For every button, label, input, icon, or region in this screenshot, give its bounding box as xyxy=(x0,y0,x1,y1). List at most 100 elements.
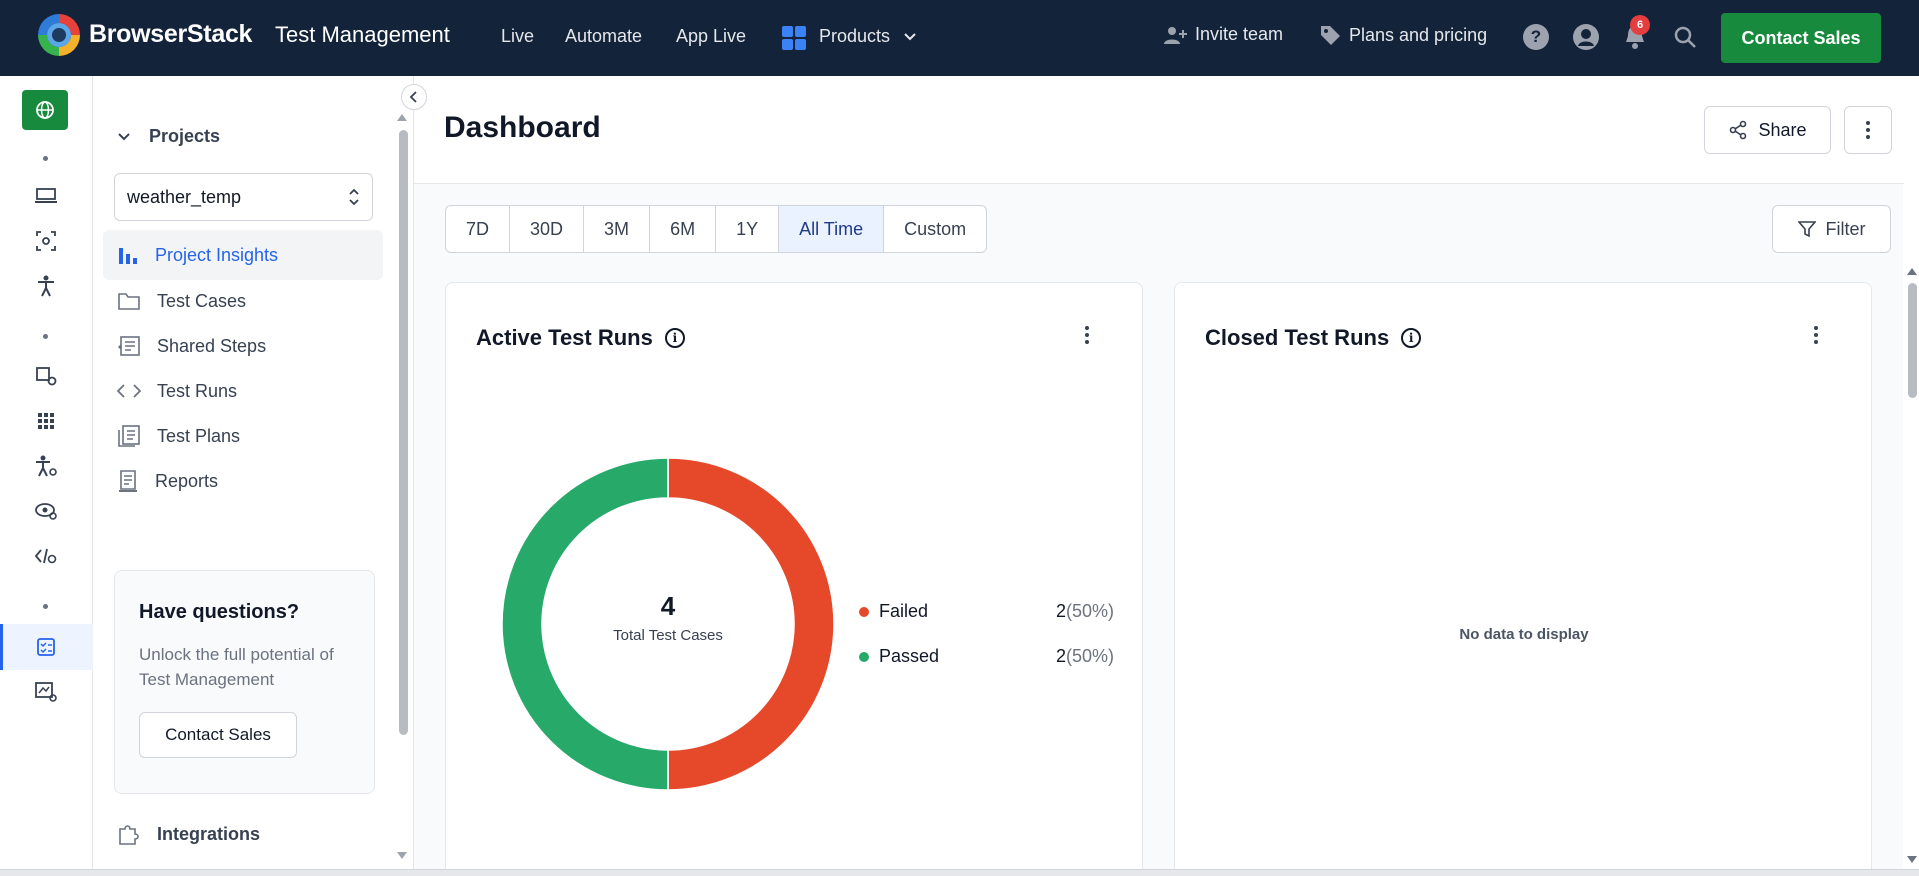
sidebar-item-reports[interactable]: Reports xyxy=(103,456,383,506)
invite-team-link[interactable]: Invite team xyxy=(1163,24,1283,45)
range-3m[interactable]: 3M xyxy=(584,206,651,252)
products-grid-icon[interactable] xyxy=(782,26,806,50)
nav-live[interactable]: Live xyxy=(501,26,534,47)
range-6m[interactable]: 6M xyxy=(650,206,717,252)
dashboard-header: Dashboard Share xyxy=(414,76,1904,184)
active-runs-menu-button[interactable] xyxy=(1067,315,1107,355)
more-options-button[interactable] xyxy=(1844,106,1892,154)
active-runs-title-text: Active Test Runs xyxy=(476,325,653,350)
legend-item-passed[interactable]: Passed 2(50%) xyxy=(859,646,1114,667)
closed-runs-menu-button[interactable] xyxy=(1796,315,1836,355)
time-range-selector: 7D 30D 3M 6M 1Y All Time Custom xyxy=(445,205,988,253)
main-scroll-down-arrow[interactable] xyxy=(1907,856,1917,863)
main-scroll-up-arrow[interactable] xyxy=(1907,268,1917,275)
sidebar-item-label: Reports xyxy=(155,470,219,491)
active-runs-donut-chart: 4 Total Test Cases xyxy=(501,457,835,791)
app-accessibility-icon[interactable] xyxy=(34,454,58,478)
info-icon[interactable]: i xyxy=(1401,328,1422,348)
product-name[interactable]: Test Management xyxy=(275,22,450,48)
nav-products[interactable]: Products xyxy=(819,26,917,47)
globe-icon[interactable] xyxy=(22,90,68,130)
test-observability-icon[interactable] xyxy=(34,680,58,704)
donut-slice-failed[interactable] xyxy=(667,457,835,791)
browserstack-logo-icon[interactable] xyxy=(38,14,80,56)
help-icon[interactable]: ? xyxy=(1523,24,1549,50)
chevron-up-down-icon xyxy=(349,188,359,206)
share-button[interactable]: Share xyxy=(1704,106,1831,154)
reports-icon xyxy=(119,470,137,492)
main-scrollbar[interactable] xyxy=(1908,283,1917,398)
kebab-menu-icon xyxy=(1866,121,1870,139)
kebab-menu-icon xyxy=(1085,326,1089,344)
legend-item-failed[interactable]: Failed 2(50%) xyxy=(859,601,1114,622)
app-live-icon[interactable] xyxy=(34,364,58,388)
range-30d[interactable]: 30D xyxy=(510,206,585,252)
legend-percent: (50%) xyxy=(1065,601,1114,621)
product-icon-rail xyxy=(0,76,93,869)
sidebar-item-test-runs[interactable]: Test Runs xyxy=(103,366,383,416)
test-plans-icon xyxy=(118,425,140,447)
filter-button[interactable]: Filter xyxy=(1772,205,1891,253)
sidebar-scroll-up-arrow[interactable] xyxy=(397,114,407,121)
share-icon xyxy=(1730,120,1747,140)
window-bottom-edge xyxy=(0,869,1919,876)
search-icon[interactable] xyxy=(1673,25,1697,49)
range-7d[interactable]: 7D xyxy=(446,206,511,252)
add-user-icon xyxy=(1164,26,1187,44)
filter-label: Filter xyxy=(1825,218,1866,239)
chevron-left-icon xyxy=(409,91,417,103)
accessibility-icon[interactable] xyxy=(34,274,58,298)
shared-steps-icon xyxy=(118,336,140,356)
sidebar-item-label: Test Runs xyxy=(157,380,238,401)
projects-header[interactable]: Projects xyxy=(117,126,220,147)
donut-center-label: Total Test Cases xyxy=(613,627,723,644)
bar-chart-icon xyxy=(119,248,137,264)
share-label: Share xyxy=(1758,119,1807,140)
sidebar-scrollbar[interactable] xyxy=(399,130,408,735)
legend-value: 2(50%) xyxy=(1056,646,1114,667)
plans-pricing-label: Plans and pricing xyxy=(1349,24,1488,45)
range-custom[interactable]: Custom xyxy=(884,206,986,252)
closed-runs-title-text: Closed Test Runs xyxy=(1205,325,1390,350)
folder-icon xyxy=(118,293,140,310)
top-navigation-bar: BrowserStack Test Management Live Automa… xyxy=(0,0,1919,76)
invite-team-label: Invite team xyxy=(1195,24,1284,44)
legend-label: Passed xyxy=(879,646,940,666)
live-device-icon[interactable] xyxy=(34,184,58,208)
brand-name[interactable]: BrowserStack xyxy=(89,20,252,49)
chevron-down-icon xyxy=(904,33,916,41)
test-management-icon[interactable] xyxy=(34,635,58,659)
help-card-text: Unlock the full potential of Test Manage… xyxy=(139,645,334,689)
empty-state-text: No data to display xyxy=(1459,626,1589,643)
plans-pricing-link[interactable]: Plans and pricing xyxy=(1319,24,1487,46)
products-label: Products xyxy=(819,26,891,46)
sidebar-item-test-plans[interactable]: Test Plans xyxy=(103,411,383,461)
collapse-sidebar-button[interactable] xyxy=(401,84,427,110)
sidebar-item-label: Test Plans xyxy=(157,425,241,446)
code-review-icon[interactable] xyxy=(34,544,58,568)
rail-separator-dot xyxy=(43,334,48,339)
sidebar-item-label: Shared Steps xyxy=(157,335,267,356)
help-contact-sales-button[interactable]: Contact Sales xyxy=(139,712,297,758)
nav-app-live[interactable]: App Live xyxy=(676,26,746,47)
project-selector[interactable]: weather_temp xyxy=(114,173,373,221)
help-card: Have questions? Unlock the full potentia… xyxy=(114,570,375,794)
range-1y[interactable]: 1Y xyxy=(716,206,780,252)
visual-scan-icon[interactable] xyxy=(34,229,58,253)
donut-slice-passed[interactable] xyxy=(501,457,669,791)
sidebar-scroll-down-arrow[interactable] xyxy=(397,852,407,859)
closed-test-runs-card: Closed Test Runs i No data to display xyxy=(1174,282,1872,876)
selected-project: weather_temp xyxy=(127,186,242,207)
integrations-label: Integrations xyxy=(157,823,261,844)
range-all-time[interactable]: All Time xyxy=(779,206,885,252)
sidebar-item-project-insights[interactable]: Project Insights xyxy=(103,230,383,280)
percy-eye-icon[interactable] xyxy=(34,499,58,523)
contact-sales-button[interactable]: Contact Sales xyxy=(1721,13,1881,63)
sidebar-item-integrations[interactable]: Integrations xyxy=(117,822,260,846)
account-icon[interactable] xyxy=(1573,24,1599,50)
nav-automate[interactable]: Automate xyxy=(565,26,642,47)
sidebar-item-shared-steps[interactable]: Shared Steps xyxy=(103,321,383,371)
sidebar-item-test-cases[interactable]: Test Cases xyxy=(103,276,383,326)
app-grid-icon[interactable] xyxy=(34,409,58,433)
info-icon[interactable]: i xyxy=(664,328,685,348)
